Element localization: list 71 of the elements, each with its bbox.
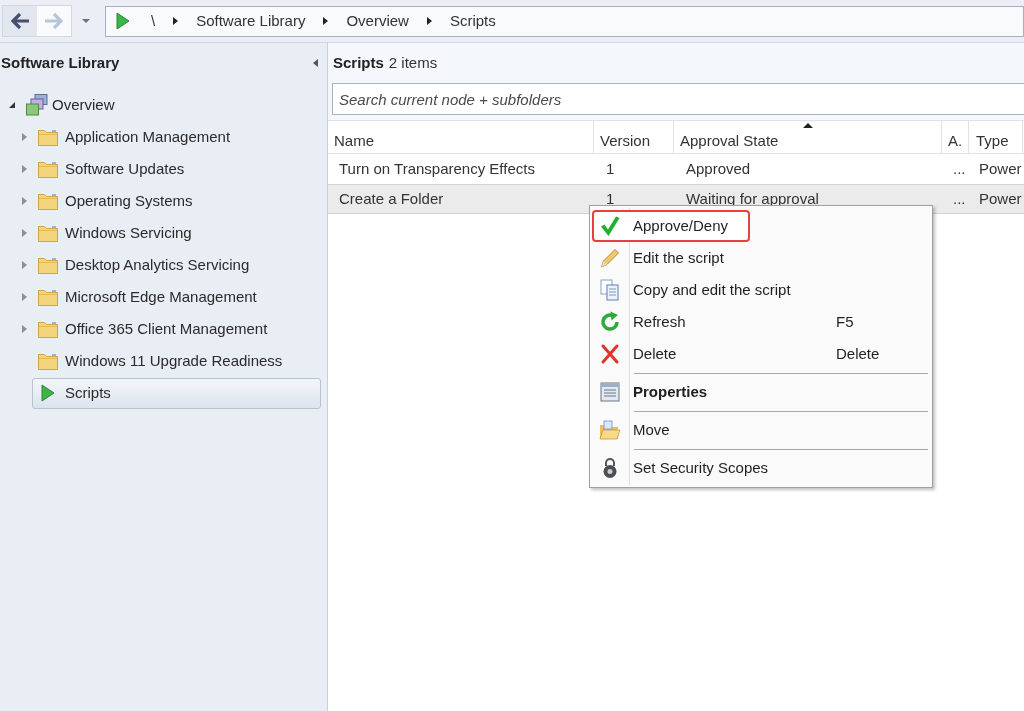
tree-item[interactable]: Windows 11 Upgrade Readiness <box>32 345 321 377</box>
column-header[interactable]: Name <box>328 121 594 153</box>
arrow-left-icon <box>10 12 30 30</box>
arrow-right-icon <box>44 12 64 30</box>
caret-right-icon[interactable] <box>323 17 329 25</box>
column-header[interactable]: A. <box>942 121 969 153</box>
table-cell-text: Approved <box>685 158 752 179</box>
table-cell-text: Waiting for approval <box>685 188 820 209</box>
tree-item[interactable]: Windows Servicing <box>32 217 321 249</box>
table-cell-text: 1 <box>605 158 616 179</box>
play-icon <box>116 12 130 30</box>
refresh-icon <box>599 311 621 333</box>
caret-right-icon[interactable] <box>426 17 432 25</box>
properties-icon <box>599 381 621 403</box>
tree-item[interactable]: Office 365 Client Management <box>32 313 321 345</box>
tree-item[interactable]: Software Updates <box>32 153 321 185</box>
cross-icon <box>599 343 621 365</box>
column-header[interactable]: Version <box>594 121 674 153</box>
folder-icon <box>38 288 58 306</box>
breadcrumb-item[interactable]: Overview <box>346 9 409 33</box>
menu-item[interactable]: Delete <box>592 338 699 370</box>
folder-icon <box>38 352 58 370</box>
sort-arrow-up-icon <box>802 123 813 128</box>
column-header[interactable]: Type <box>969 121 1023 153</box>
table-cell-text: Power <box>978 188 1023 209</box>
address-bar[interactable]: \ Software Library Overview Scripts <box>105 5 1024 37</box>
breadcrumb-item[interactable]: Software Library <box>196 9 306 33</box>
shortcut-text: F5 <box>836 311 854 332</box>
folder-icon <box>38 224 58 242</box>
tree-item[interactable]: Operating Systems <box>32 185 321 217</box>
table-cell-text: Power <box>978 158 1023 179</box>
tree-item[interactable]: Microsoft Edge Management <box>32 281 321 313</box>
tree-item[interactable]: Application Management <box>32 121 321 153</box>
folder-icon <box>38 256 58 274</box>
list-title: Scripts <box>333 52 384 73</box>
dropdown-caret-icon[interactable] <box>82 19 90 23</box>
table-cell-text: ... <box>952 188 967 209</box>
folder-icon <box>38 320 58 338</box>
copy-icon <box>599 279 621 301</box>
play-icon <box>41 384 55 402</box>
table-cell-text: 1 <box>605 188 616 209</box>
folder-icon <box>38 160 58 178</box>
table-cell-text: Turn on Transparency Effects <box>338 158 536 179</box>
item-count: 2 items <box>388 52 438 73</box>
table-cell-text: Create a Folder <box>338 188 445 209</box>
breadcrumb-item[interactable]: \ <box>151 9 156 33</box>
back-button[interactable] <box>3 6 37 36</box>
menu-item[interactable]: Copy and edit the script <box>592 274 813 306</box>
tree-item[interactable]: Desktop Analytics Servicing <box>32 249 321 281</box>
column-header[interactable]: Approval State <box>674 121 942 153</box>
tree-item[interactable]: Scripts <box>32 377 321 409</box>
tree-item[interactable]: Overview <box>20 89 321 121</box>
stacked-windows-icon <box>26 94 48 116</box>
search-field[interactable]: Search current node + subfolders <box>332 83 1024 115</box>
menu-item[interactable]: Move <box>592 414 692 446</box>
table-cell-text: ... <box>952 158 967 179</box>
pencil-icon <box>599 247 621 269</box>
caret-down-icon[interactable] <box>9 102 15 108</box>
caret-right-icon[interactable] <box>173 17 179 25</box>
pane-title: Software Library <box>1 52 120 73</box>
menu-item[interactable]: Properties <box>592 376 730 408</box>
caret-left-icon[interactable] <box>313 59 318 67</box>
shortcut-text: Delete <box>836 343 880 364</box>
folder-icon <box>38 128 58 146</box>
menu-item[interactable]: Edit the script <box>592 242 746 274</box>
folder-icon <box>38 192 58 210</box>
folder-icon <box>599 419 621 441</box>
breadcrumb-item[interactable]: Scripts <box>449 9 496 33</box>
menu-item[interactable]: Refresh <box>592 306 708 338</box>
menu-item[interactable]: Set Security Scopes <box>592 452 791 484</box>
menu-item[interactable]: Approve/Deny <box>592 210 751 242</box>
